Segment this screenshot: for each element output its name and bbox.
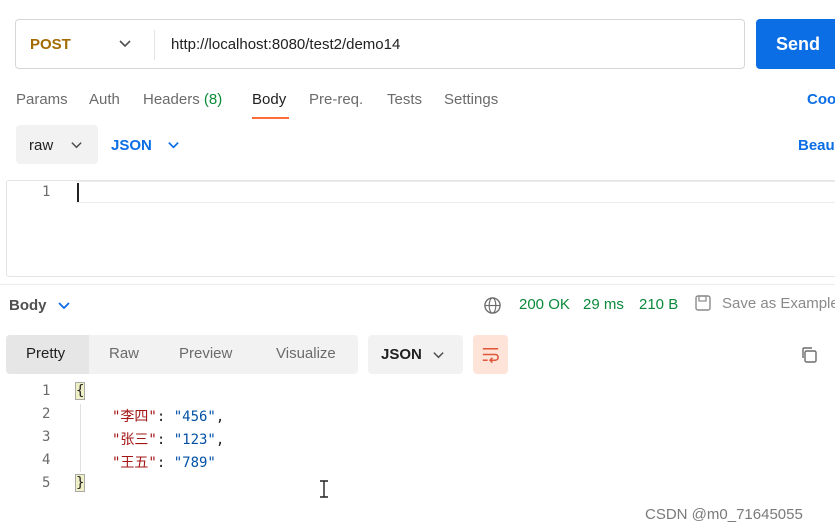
tab-settings[interactable]: Settings [444,91,498,108]
status-code[interactable]: 200 OK [519,296,570,313]
response-size[interactable]: 210 B [639,296,678,313]
headers-count-badge: (8) [203,91,223,108]
body-language-select[interactable]: JSON [111,137,152,154]
tab-tests[interactable]: Tests [387,91,422,108]
body-mode-label: raw [29,137,54,154]
indent-guide [80,404,81,472]
json-key: "李四" [112,409,157,425]
response-time[interactable]: 29 ms [583,296,624,313]
code-line[interactable]: "张三": "123", [112,429,224,449]
chevron-down-icon[interactable] [118,36,132,50]
send-button[interactable]: Send [756,19,835,69]
tab-prereq[interactable]: Pre-req. [309,91,363,108]
tab-auth[interactable]: Auth [89,91,120,108]
line-number: 3 [42,429,51,445]
code-line[interactable]: { [74,382,86,400]
line-number: 4 [42,452,51,468]
cookies-link[interactable]: Coo [807,91,835,108]
chevron-down-icon[interactable] [432,348,445,361]
code-line[interactable]: } [74,474,86,492]
chevron-down-icon[interactable] [167,138,180,151]
line-number: 5 [42,475,51,491]
json-colon: : [156,409,174,425]
method-select[interactable]: POST [30,36,71,53]
globe-icon[interactable] [483,296,502,315]
tab-body[interactable]: Body [252,91,286,108]
response-format-label: JSON [381,346,422,363]
json-comma: , [215,409,225,425]
save-icon [695,295,711,311]
tab-raw[interactable]: Raw [109,345,139,362]
active-tab-indicator [252,117,289,119]
chevron-down-icon[interactable] [70,138,83,151]
text-cursor-icon [320,480,328,498]
json-brace: { [74,382,86,400]
json-colon: : [156,455,174,471]
line-number: 2 [42,406,51,422]
json-comma: , [215,432,225,448]
json-brace: } [74,474,86,492]
json-key: "张三" [112,432,157,448]
divider [0,284,835,285]
tab-visualize[interactable]: Visualize [276,345,336,362]
editor-active-line [76,181,835,203]
tab-headers[interactable]: Headers (8) [143,91,222,108]
code-line[interactable]: "王五": "789" [112,452,216,472]
tab-pretty[interactable]: Pretty [26,345,65,362]
url-divider [154,30,155,60]
json-value: "123" [173,432,216,448]
wrap-lines-icon [482,348,499,364]
url-input[interactable]: http://localhost:8080/test2/demo14 [171,36,400,53]
text-caret [77,183,79,202]
line-number: 1 [42,184,51,200]
beautify-link[interactable]: Beau [798,137,835,154]
tab-params[interactable]: Params [16,91,68,108]
json-value: "456" [173,409,216,425]
line-number: 1 [42,383,51,399]
tab-preview[interactable]: Preview [179,345,232,362]
response-section-label[interactable]: Body [9,297,47,314]
copy-icon[interactable] [799,345,819,365]
save-as-example-button[interactable]: Save as Example [722,295,835,312]
json-value: "789" [173,455,216,471]
tab-headers-label: Headers [143,91,200,108]
code-line[interactable]: "李四": "456", [112,406,224,426]
json-key: "王五" [112,455,157,471]
watermark: CSDN @m0_71645055 [645,506,803,523]
chevron-down-icon[interactable] [57,298,71,312]
json-colon: : [156,432,174,448]
